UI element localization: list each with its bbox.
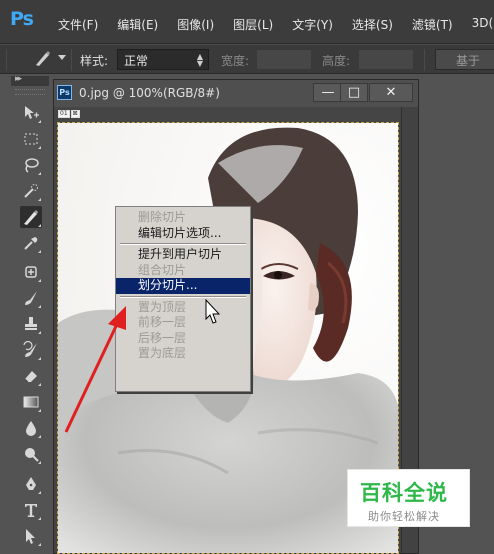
baike-watermark: 百科全说 助你轻松解决 [347,469,470,527]
watermark-subtitle: 助你轻松解决 [368,510,440,523]
red-arrow-annotation [64,306,126,433]
mouse-pointer-icon [205,298,221,324]
watermark-title: 百科全说 [360,481,448,505]
